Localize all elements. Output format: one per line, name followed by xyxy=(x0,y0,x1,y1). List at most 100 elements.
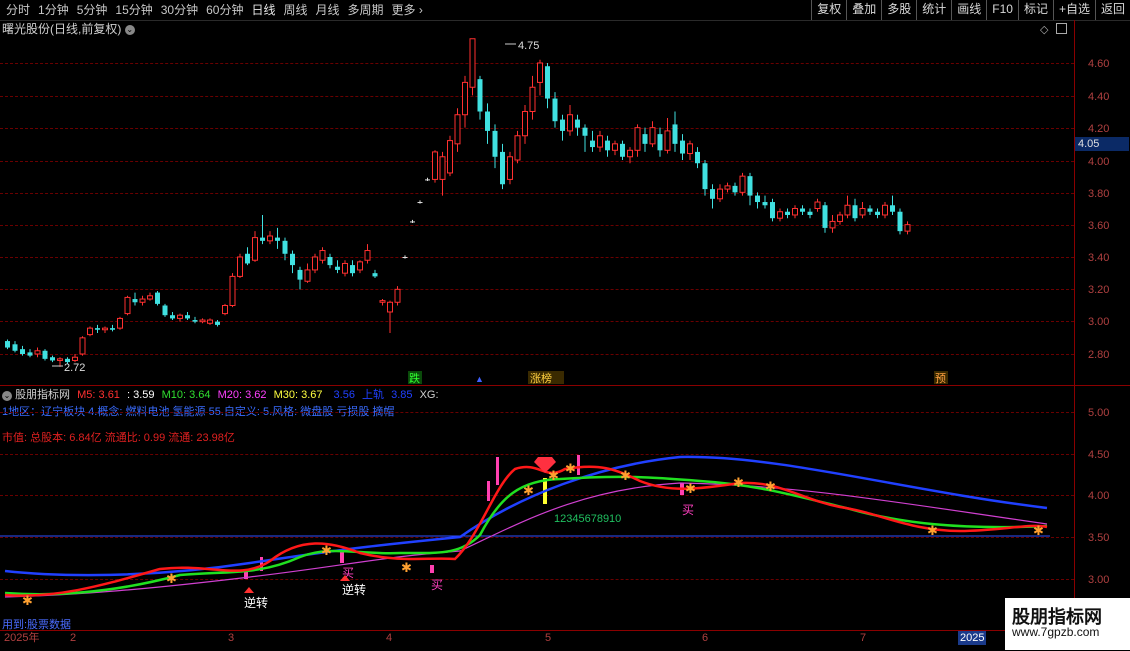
signal-up-arrow: ▲ xyxy=(475,374,484,384)
date-label: 2 xyxy=(70,632,77,644)
overlay-button[interactable]: 叠加 xyxy=(846,0,881,20)
signal-bar xyxy=(496,457,499,485)
candle-body xyxy=(79,337,86,355)
candle-body xyxy=(417,202,423,204)
tab-monthly[interactable]: 月线 xyxy=(312,0,344,20)
signal-die: 跌 xyxy=(409,371,420,385)
candle-body xyxy=(664,130,671,151)
candle-body xyxy=(372,273,378,277)
candle-body xyxy=(335,266,340,270)
candle-body xyxy=(252,237,258,261)
candle-body xyxy=(852,205,858,219)
candle-body xyxy=(770,202,775,219)
candle-body xyxy=(222,305,228,315)
candle-body xyxy=(522,111,528,137)
candle-body xyxy=(575,119,580,128)
candle-body xyxy=(170,315,175,319)
f10-button[interactable]: F10 xyxy=(986,0,1018,20)
candle-body xyxy=(695,151,700,164)
tab-1min[interactable]: 1分钟 xyxy=(34,0,73,20)
price-axis-label: 3.60 xyxy=(1088,220,1110,232)
candle-body xyxy=(732,185,738,193)
restore-rights-button[interactable]: 复权 xyxy=(811,0,846,20)
candle-body xyxy=(162,305,168,316)
tab-more[interactable]: 更多 › xyxy=(388,0,427,20)
tab-daily[interactable]: 日线 xyxy=(247,0,279,20)
candle-body xyxy=(537,62,543,83)
candle-body xyxy=(875,211,880,215)
candle-body xyxy=(447,140,453,174)
date-label: 3 xyxy=(228,632,235,644)
candle-body xyxy=(57,358,63,361)
candle-body xyxy=(20,349,25,354)
tab-60min[interactable]: 60分钟 xyxy=(202,0,247,20)
candle-body xyxy=(34,350,41,355)
watermark-url: www.7gpzb.com xyxy=(1012,625,1100,639)
candle-body xyxy=(822,205,828,228)
tab-intraday[interactable]: 分时 xyxy=(2,0,34,20)
candle-body xyxy=(364,250,371,261)
candle-body xyxy=(439,156,446,180)
candle-body xyxy=(642,134,648,144)
candle-body xyxy=(477,79,483,112)
candle-body xyxy=(897,211,903,232)
candle-body xyxy=(199,319,206,323)
candle-body xyxy=(672,124,678,144)
candle-body xyxy=(627,149,633,158)
high-annotation: 4.75 xyxy=(518,40,539,52)
candle-body xyxy=(597,135,603,148)
multi-stock-button[interactable]: 多股 xyxy=(881,0,916,20)
signal-bar xyxy=(340,551,344,563)
figure-icon: ✱ xyxy=(321,543,332,558)
period-tabs: 分时 1分钟 5分钟 15分钟 30分钟 60分钟 日线 周线 月线 多周期 更… xyxy=(2,0,427,20)
figure-icon: ✱ xyxy=(565,461,576,476)
candle-body xyxy=(432,151,438,180)
candle-body xyxy=(529,86,536,112)
figure-icon: ✱ xyxy=(22,593,33,608)
tab-15min[interactable]: 15分钟 xyxy=(111,0,156,20)
tab-weekly[interactable]: 周线 xyxy=(279,0,311,20)
price-axis-label: 2.80 xyxy=(1088,349,1110,361)
candle-body xyxy=(724,185,731,190)
candle-body xyxy=(155,292,160,304)
back-button[interactable]: 返回 xyxy=(1094,0,1130,20)
indicator-axis-label: 5.00 xyxy=(1088,407,1110,419)
date-label: 2025年 xyxy=(4,632,40,644)
candle-body xyxy=(192,320,198,322)
figure-icon: ✱ xyxy=(401,560,412,575)
statistics-button[interactable]: 统计 xyxy=(916,0,951,20)
candle-body xyxy=(290,253,295,266)
candle-body xyxy=(792,208,798,216)
indicator-axis-label: 4.00 xyxy=(1088,490,1110,502)
candle-body xyxy=(552,98,558,122)
candle-body xyxy=(777,211,783,219)
figure-icon: ✱ xyxy=(927,523,938,538)
candlestick-chart[interactable]: 4.75 2.72 跌 ▲ 涨榜 预 xyxy=(0,20,1074,385)
candle-body xyxy=(507,156,513,180)
candle-body xyxy=(147,295,153,300)
candle-body xyxy=(394,288,401,303)
candle-body xyxy=(844,204,851,216)
add-watchlist-button[interactable]: +自选 xyxy=(1052,0,1095,20)
candle-body xyxy=(634,127,641,151)
candle-body xyxy=(702,163,708,190)
price-axis-label: 4.40 xyxy=(1088,91,1110,103)
signal-bar xyxy=(577,455,580,475)
tab-multi-period[interactable]: 多周期 xyxy=(344,0,388,20)
mark-button[interactable]: 标记 xyxy=(1017,0,1053,20)
low-annotation: 2.72 xyxy=(64,362,85,374)
tab-30min[interactable]: 30分钟 xyxy=(157,0,202,20)
draw-line-button[interactable]: 画线 xyxy=(951,0,986,20)
candle-body xyxy=(807,211,813,215)
sequence-label: 12345678910 xyxy=(554,513,621,525)
tab-5min[interactable]: 5分钟 xyxy=(73,0,112,20)
candle-body xyxy=(207,319,213,324)
candle-body xyxy=(837,214,843,222)
figure-icon: ✱ xyxy=(685,481,696,496)
candle-body xyxy=(649,127,656,145)
candle-body xyxy=(492,130,498,157)
candle-body xyxy=(755,195,760,203)
date-label: 5 xyxy=(545,632,552,644)
indicator-chart[interactable]: ✱ ✱ ✱ ✱ ✱ ✱ ✱ ✱ ✱ ✱ ✱ ✱ ✱ 买 买 买 逆转 逆转 12… xyxy=(0,385,1074,630)
candle-body xyxy=(560,119,565,131)
